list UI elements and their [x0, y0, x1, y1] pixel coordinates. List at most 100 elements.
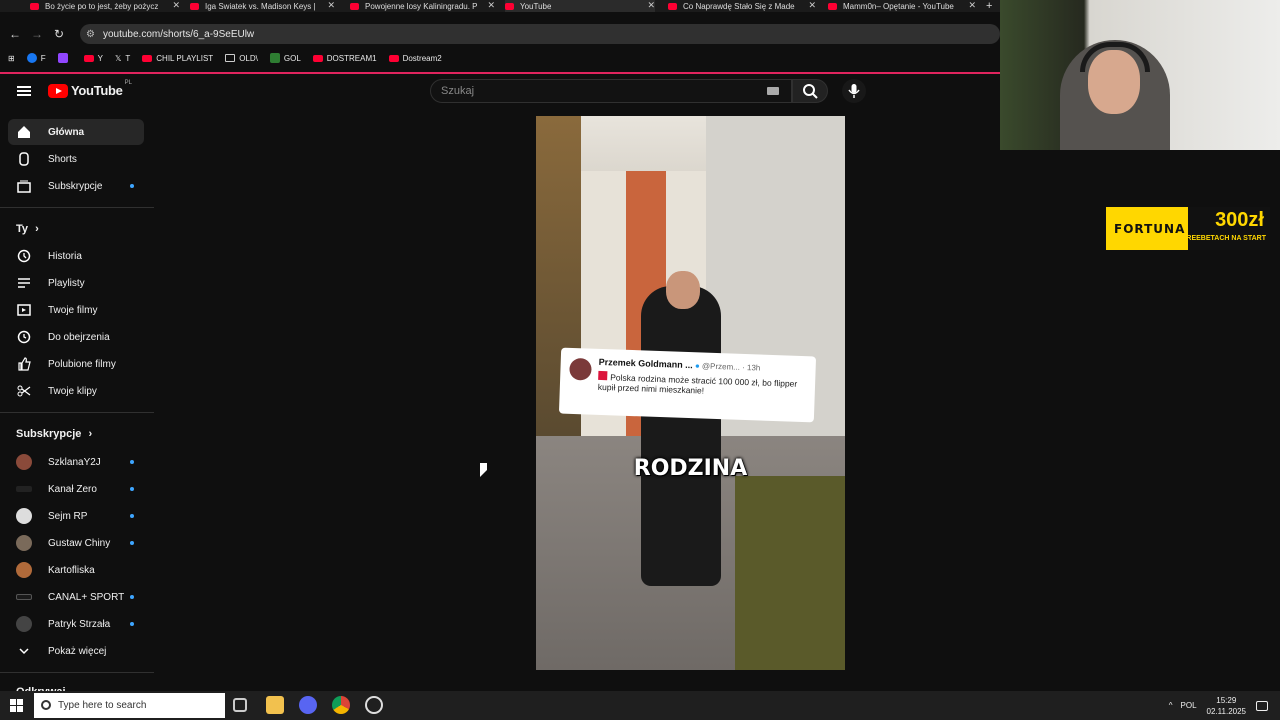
chevron-up-icon[interactable]: ^: [1169, 701, 1173, 710]
reload-icon[interactable]: ↻: [48, 23, 70, 45]
new-content-dot: [130, 184, 134, 188]
address-bar[interactable]: ⚙ youtube.com/shorts/6_a-9SeEUlw: [80, 24, 1000, 44]
taskbar-search-input[interactable]: Type here to search: [34, 693, 225, 718]
sidebar-item-home[interactable]: Główna: [8, 119, 144, 145]
sidebar-subscriptions-header[interactable]: Subskrypcje ›: [16, 428, 92, 440]
chrome-icon[interactable]: [332, 696, 350, 714]
flag-icon: [598, 370, 608, 381]
youtube-favicon-icon: [668, 2, 677, 10]
close-tab-icon[interactable]: ✕: [172, 0, 180, 11]
menu-icon[interactable]: [17, 86, 31, 96]
close-tab-icon[interactable]: ✕: [647, 0, 655, 11]
avatar: [569, 357, 592, 381]
sidebar-divider: [0, 412, 154, 413]
language-indicator[interactable]: POL: [1181, 701, 1197, 710]
search-icon: [803, 84, 818, 99]
avatar: [16, 616, 32, 632]
sidebar-item-clips[interactable]: Twoje klipy: [8, 378, 144, 404]
search-button[interactable]: [792, 79, 828, 103]
bookmark-chil-playlist[interactable]: CHIL PLAYLIST: [142, 54, 213, 63]
sidebar-channel[interactable]: Sejm RP: [8, 503, 144, 529]
verified-icon: ●: [694, 361, 700, 371]
history-icon: [16, 248, 32, 264]
thumb-up-icon: [16, 356, 32, 372]
fortuna-ad[interactable]: FORTUNA 300zł WE FREEBETACH NA START: [1106, 207, 1270, 250]
new-content-dot: [130, 622, 134, 626]
avatar: [16, 508, 32, 524]
obs-icon[interactable]: [365, 696, 383, 714]
tab[interactable]: Bo życie po to jest, żeby pożycz ✕: [30, 0, 180, 12]
sidebar-item-your-videos[interactable]: Twoje filmy: [8, 297, 144, 323]
task-view-icon[interactable]: [233, 698, 247, 712]
sidebar-item-watch-later[interactable]: Do obejrzenia: [8, 324, 144, 350]
new-content-dot: [130, 487, 134, 491]
url-text: youtube.com/shorts/6_a-9SeEUlw: [102, 28, 255, 40]
browser-toolbar: ← → ↻ ⚙ youtube.com/shorts/6_a-9SeEUlw: [0, 22, 1000, 46]
video-caption: RODZINA: [633, 456, 748, 481]
sidebar-item-history[interactable]: Historia: [8, 243, 144, 269]
sidebar-channel[interactable]: Patryk Strzała: [8, 611, 144, 637]
keyboard-icon[interactable]: [767, 87, 779, 95]
back-icon[interactable]: ←: [4, 23, 26, 45]
sidebar-item-shorts[interactable]: Shorts: [8, 146, 144, 172]
search-icon: [41, 700, 51, 710]
youtube-icon: [312, 54, 323, 62]
bookmark-dostream2[interactable]: Dostream2: [388, 54, 442, 63]
screen: { "browser": { "tabs": [ {"title": "Bo ż…: [0, 0, 1280, 720]
bookmark-gol[interactable]: GOL: [269, 53, 301, 63]
avatar: [16, 535, 32, 551]
subscriptions-icon: [16, 178, 32, 194]
site-info-icon[interactable]: ⚙: [86, 29, 95, 40]
apps-icon[interactable]: ⊞: [8, 54, 15, 63]
tab[interactable]: Iga Swiatek vs. Madison Keys | ✕: [190, 0, 335, 12]
facebook-icon: [26, 53, 37, 63]
tab-active[interactable]: YouTube ✕: [505, 0, 655, 12]
voice-search-button[interactable]: [842, 79, 866, 103]
mouse-cursor-icon: [480, 463, 487, 477]
clock[interactable]: 15:29 02.11.2025: [1207, 695, 1246, 717]
new-tab-button[interactable]: +: [986, 0, 1000, 12]
sidebar-divider: [0, 207, 154, 208]
tab[interactable]: Powojenne losy Kaliningradu. P ✕: [350, 0, 495, 12]
sidebar-you-header[interactable]: Ty ›: [16, 223, 39, 235]
avatar: [16, 486, 32, 492]
bookmark-youtube[interactable]: Y: [83, 54, 103, 63]
youtube-favicon-icon: [350, 2, 359, 10]
sidebar-show-more[interactable]: Pokaż więcej: [8, 638, 144, 664]
sidebar-channel[interactable]: Gustaw Chiny: [8, 530, 144, 556]
clock-icon: [16, 329, 32, 345]
sidebar-channel[interactable]: Kartofliska: [8, 557, 144, 583]
search-input[interactable]: Szukaj: [430, 79, 792, 103]
bookmark-facebook[interactable]: F: [26, 53, 46, 63]
close-tab-icon[interactable]: ✕: [487, 0, 495, 11]
sidebar-item-playlists[interactable]: Playlisty: [8, 270, 144, 296]
youtube-logo[interactable]: YouTube PL: [48, 80, 132, 98]
bookmark-dostream1[interactable]: DOSTREAM1: [312, 54, 377, 63]
discord-icon[interactable]: [299, 696, 317, 714]
mic-icon: [848, 84, 860, 98]
youtube-favicon-icon: [190, 2, 199, 10]
bookmark-old[interactable]: OLD\: [225, 54, 258, 63]
sidebar-channel[interactable]: SzklanaY2J: [8, 449, 144, 475]
bookmark-twitch[interactable]: [57, 53, 72, 63]
tab[interactable]: Co Naprawdę Stało Się z Made ✕: [668, 0, 816, 12]
playlists-icon: [16, 275, 32, 291]
new-content-dot: [130, 460, 134, 464]
forward-icon[interactable]: →: [26, 23, 48, 45]
sidebar-channel[interactable]: Kanał Zero: [8, 476, 144, 502]
close-tab-icon[interactable]: ✕: [808, 0, 816, 11]
close-tab-icon[interactable]: ✕: [968, 0, 976, 11]
windows-start-icon[interactable]: [10, 699, 23, 712]
sidebar-channel[interactable]: CANAL+ SPORT: [8, 584, 144, 610]
file-explorer-icon[interactable]: [266, 696, 284, 714]
bookmark-x[interactable]: 𝕏T: [115, 54, 130, 63]
close-tab-icon[interactable]: ✕: [327, 0, 335, 11]
sidebar-item-subscriptions[interactable]: Subskrypcje: [8, 173, 144, 199]
gol-icon: [269, 53, 280, 63]
bookmarks-bar: ⊞ F Y 𝕏T CHIL PLAYLIST OLD\ GOL DOSTREAM…: [0, 50, 1000, 66]
youtube-favicon-icon: [828, 2, 837, 10]
avatar: [16, 594, 32, 600]
notifications-icon[interactable]: [1256, 700, 1268, 711]
tab[interactable]: Mamm0n– Opętanie - YouTube ✕: [828, 0, 976, 12]
sidebar-item-liked[interactable]: Polubione filmy: [8, 351, 144, 377]
